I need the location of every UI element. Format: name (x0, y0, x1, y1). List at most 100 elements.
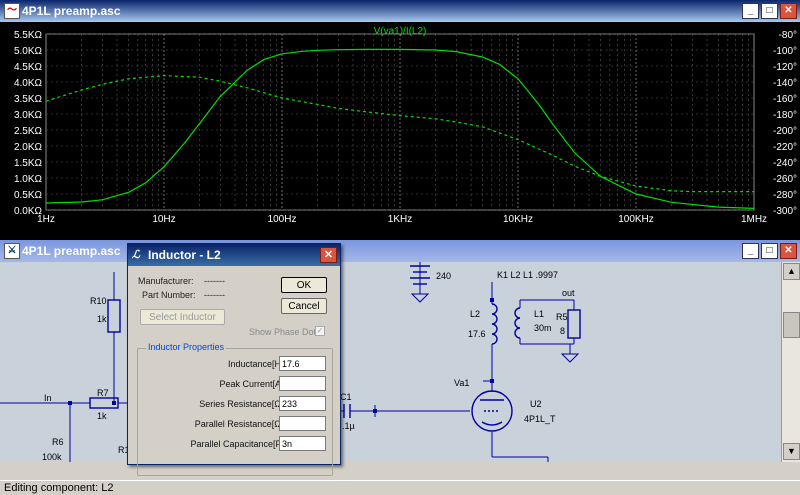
y-right-tick-label: -240° (773, 158, 797, 169)
y-left-tick-label: 5.5KΩ (14, 30, 43, 41)
label-l2-value: 17.6 (468, 329, 486, 339)
plot-area[interactable]: 1Hz 10Hz 100Hz 1KHz 10KHz 100KHz 1MHz 0.0KΩ 0.5K… (0, 22, 800, 240)
status-text: Editing component: L2 (4, 482, 114, 494)
close-button[interactable]: ✕ (780, 243, 797, 259)
y-left-tick-label: 4.0KΩ (14, 78, 43, 89)
show-phase-dot-checkbox[interactable]: ✓ (315, 326, 325, 336)
dialog-titlebar[interactable]: ℒ Inductor - L2 ✕ (128, 244, 340, 266)
maximize-button[interactable]: □ (761, 3, 778, 19)
schematic-titlebar[interactable]: ⚔ 4P1L preamp.asc _ □ ✕ (0, 240, 800, 262)
parallel-resistance-label: Parallel Resistance[Ω]: (194, 419, 286, 429)
y-right-tick-label: -100° (773, 46, 797, 57)
inductance-label: Inductance[H]: (227, 359, 286, 369)
y-right-tick-label: -80° (779, 30, 797, 41)
scroll-thumb[interactable] (783, 312, 800, 338)
label-c1: C1 (340, 392, 352, 402)
series-resistance-label: Series Resistance[Ω]: (199, 399, 286, 409)
scroll-up-icon[interactable]: ▲ (783, 263, 800, 280)
waveform-titlebar[interactable]: 〜 4P1L preamp.asc _ □ ✕ (0, 0, 800, 22)
label-c1-value: .1µ (342, 421, 355, 431)
waveform-window: 〜 4P1L preamp.asc _ □ ✕ 1Hz 10Hz 100Hz 1KHz… (0, 0, 800, 240)
parallel-resistance-field[interactable] (279, 416, 326, 431)
y-left-tick-label: 0.0KΩ (14, 206, 43, 217)
manufacturer-value: ------- (204, 276, 225, 286)
x-tick-label: 100Hz (268, 214, 297, 225)
label-r10: R10 (90, 296, 107, 306)
scroll-down-icon[interactable]: ▼ (783, 443, 800, 460)
select-inductor-button[interactable]: Select Inductor (140, 309, 225, 325)
close-button[interactable]: ✕ (780, 3, 797, 19)
y-left-tick-label: 5.0KΩ (14, 46, 43, 57)
label-r6: R6 (52, 437, 64, 447)
label-r5-value: 8 (560, 326, 565, 336)
label-u2: U2 (530, 399, 542, 409)
y-left-tick-label: 1.0KΩ (14, 174, 43, 185)
schematic-window-title: 4P1L preamp.asc (22, 244, 121, 258)
x-tick-label: 1KHz (388, 214, 412, 225)
chart-title: V(va1)/I(L2) (374, 26, 427, 37)
parallel-capacitance-field[interactable] (279, 436, 326, 451)
y-right-tick-label: -180° (773, 110, 797, 121)
y-right-tick-label: -140° (773, 78, 797, 89)
label-in: In (44, 393, 52, 403)
inductor-dialog: ℒ Inductor - L2 ✕ Manufacturer: ------- … (127, 243, 341, 476)
label-l1-value: 30m (534, 323, 552, 333)
y-right-tick-label: -280° (773, 190, 797, 201)
y-right-tick-label: -160° (773, 94, 797, 105)
bode-plot[interactable]: 1Hz 10Hz 100Hz 1KHz 10KHz 100KHz 1MHz0.0KΩ0.5K… (0, 22, 800, 240)
y-right-tick-label: -200° (773, 126, 797, 137)
vertical-scrollbar[interactable]: ▲ ▼ (781, 262, 800, 462)
peak-current-field[interactable] (279, 376, 326, 391)
label-r6-value: 100k (42, 452, 62, 462)
y-left-tick-label: 2.0KΩ (14, 142, 43, 153)
waveform-app-icon: 〜 (4, 3, 20, 19)
ok-button[interactable]: OK (281, 277, 327, 293)
label-r7: R7 (97, 388, 109, 398)
y-left-tick-label: 1.5KΩ (14, 158, 43, 169)
label-r7-value: 1k (97, 411, 107, 421)
x-tick-label: 10KHz (503, 214, 533, 225)
status-bar: Editing component: L2 (0, 480, 800, 495)
x-tick-label: 10Hz (152, 214, 175, 225)
schematic-drawing[interactable]: R10 1k R7 1k R6 100k R1 In 240 K1 L2 L1 … (0, 262, 781, 462)
parallel-capacitance-label: Parallel Capacitance[F]: (190, 439, 286, 449)
schematic-canvas[interactable]: R10 1k R7 1k R6 100k R1 In 240 K1 L2 L1 … (0, 262, 781, 462)
peak-current-label: Peak Current[A]: (219, 379, 286, 389)
label-l2: L2 (470, 309, 480, 319)
y-left-tick-label: 0.5KΩ (14, 190, 43, 201)
label-240: 240 (436, 271, 451, 281)
maximize-button[interactable]: □ (761, 243, 778, 259)
y-right-tick-label: -120° (773, 62, 797, 73)
label-r5: R5 (556, 312, 568, 322)
show-phase-dot-label: Show Phase Dot (249, 327, 317, 337)
magnitude-trace (45, 48, 755, 209)
label-k1: K1 L2 L1 .9997 (497, 270, 558, 280)
x-tick-label: 100KHz (618, 214, 654, 225)
label-l1: L1 (534, 309, 544, 319)
minimize-button[interactable]: _ (742, 3, 759, 19)
label-u2-value: 4P1L_T (524, 414, 556, 424)
y-right-tick-label: -300° (773, 206, 797, 217)
y-left-tick-label: 2.5KΩ (14, 126, 43, 137)
inductance-field[interactable] (279, 356, 326, 371)
label-r10-value: 1k (97, 314, 107, 324)
part-number-label: Part Number: (142, 290, 196, 300)
dialog-close-button[interactable]: ✕ (320, 247, 337, 263)
x-tick-label: 1MHz (741, 214, 767, 225)
minimize-button[interactable]: _ (742, 243, 759, 259)
part-number-value: ------- (204, 290, 225, 300)
series-resistance-field[interactable] (279, 396, 326, 411)
y-left-tick-label: 4.5KΩ (14, 62, 43, 73)
schematic-app-icon: ⚔ (4, 243, 20, 259)
inductor-properties-group: Inductor Properties Inductance[H]: Peak … (137, 342, 333, 476)
y-right-tick-label: -220° (773, 142, 797, 153)
group-title: Inductor Properties (146, 342, 227, 352)
manufacturer-label: Manufacturer: (138, 276, 194, 286)
cancel-button[interactable]: Cancel (281, 298, 327, 314)
waveform-window-title: 4P1L preamp.asc (22, 4, 121, 18)
dialog-title: Inductor - L2 (148, 248, 221, 262)
label-va1: Va1 (454, 378, 469, 388)
y-right-tick-label: -260° (773, 174, 797, 185)
y-left-tick-label: 3.0KΩ (14, 110, 43, 121)
y-left-tick-label: 3.5KΩ (14, 94, 43, 105)
